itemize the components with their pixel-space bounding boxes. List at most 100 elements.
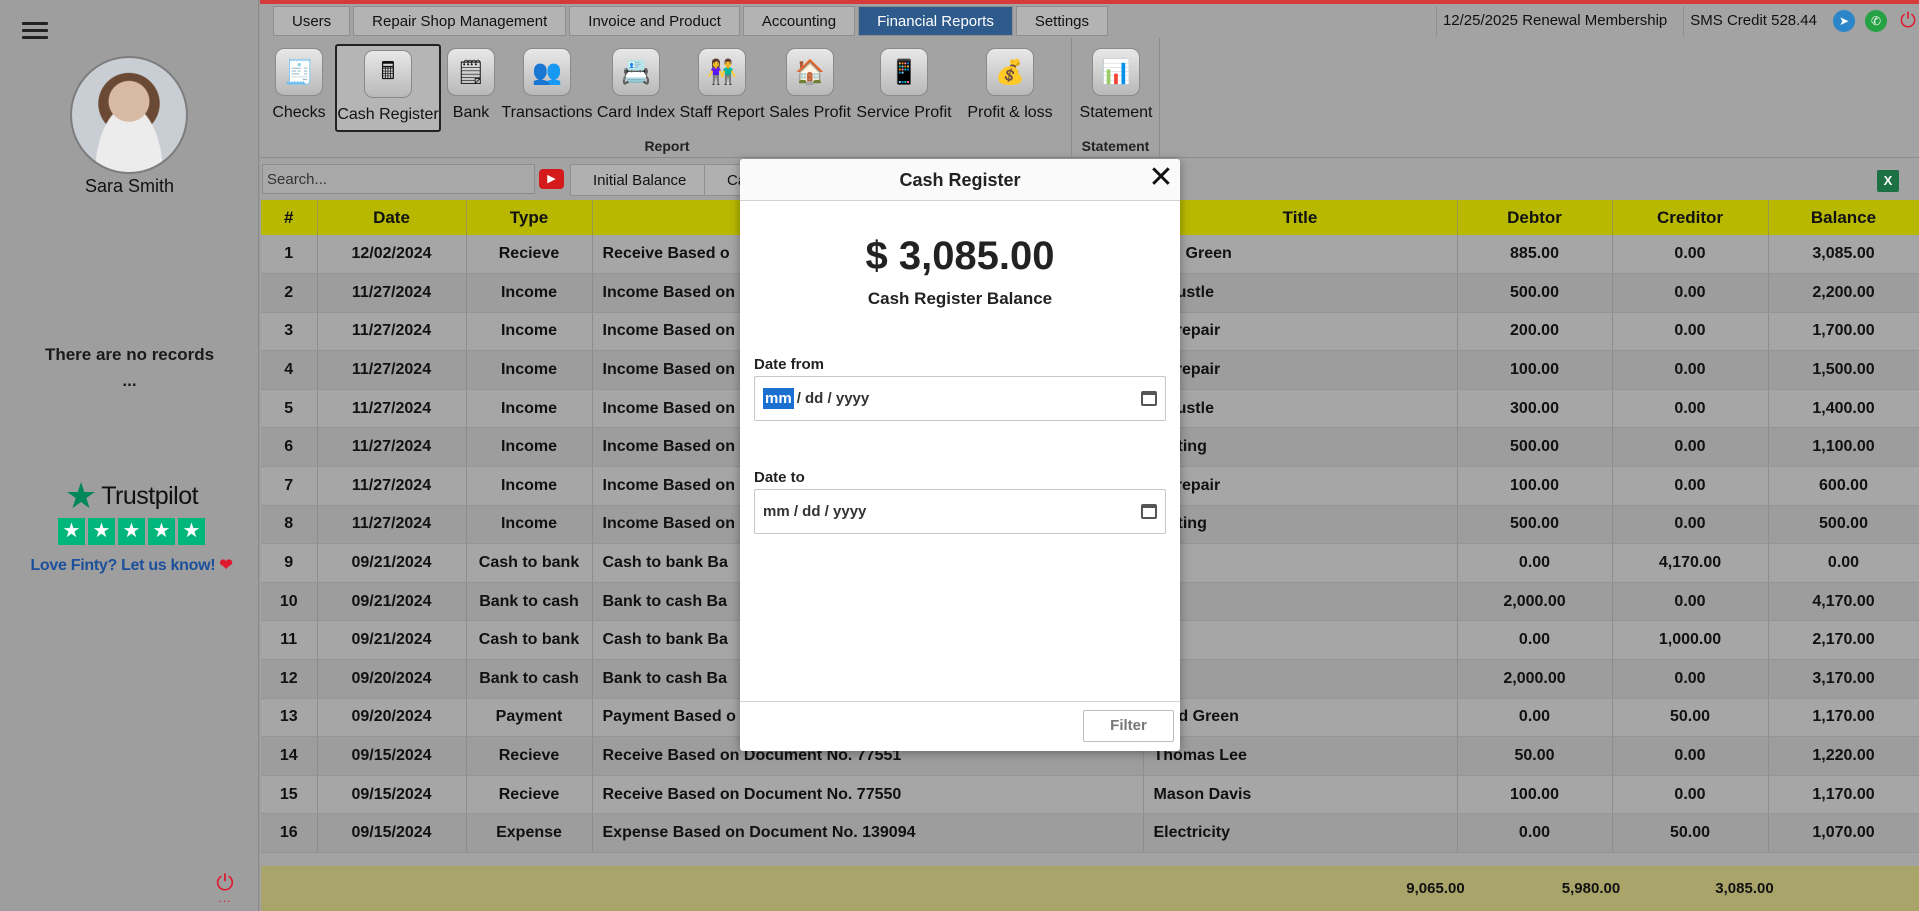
cell-creditor: 0.00: [1612, 312, 1769, 352]
avatar: [70, 56, 188, 174]
cell-debtor: 500.00: [1457, 427, 1613, 468]
cell-date: 09/21/2024: [317, 620, 467, 661]
table-row[interactable]: 16 09/15/2024 Expense Expense Based on Docu…: [261, 813, 1919, 853]
cash-register-dialog: Cash Register ✕ $ 3,085.00 Cash Register…: [740, 159, 1180, 751]
staff-report-button[interactable]: 👫 Staff Report: [677, 44, 767, 132]
trustpilot-star-icon: ★: [64, 475, 98, 516]
col-header-title[interactable]: Title: [1143, 200, 1458, 235]
date-from-input[interactable]: mm / dd / yyyy: [754, 376, 1166, 421]
cell-debtor: 100.00: [1457, 775, 1613, 815]
cell-type: Income: [466, 350, 593, 390]
calendar-icon[interactable]: [1141, 391, 1157, 406]
cell-date: 09/20/2024: [317, 659, 467, 699]
star-icon: ★: [58, 518, 85, 545]
excel-export-icon[interactable]: X: [1877, 170, 1899, 192]
logout-power-icon[interactable]: ⏻...: [212, 872, 238, 905]
col-header-date[interactable]: Date: [317, 200, 467, 235]
card-index-button[interactable]: 📇 Card Index: [596, 44, 676, 132]
col-header-debtor[interactable]: Debtor: [1457, 200, 1613, 235]
cell-title: san Green: [1143, 235, 1458, 275]
checks-icon: 🧾: [275, 48, 323, 96]
cell-title: ck repair: [1143, 312, 1458, 352]
profit-and-loss-button[interactable]: 💰 Profit & loss: [955, 44, 1065, 132]
cell-date: 11/27/2024: [317, 350, 467, 390]
star-icon: ★: [88, 518, 115, 545]
cell-description: Expense Based on Document No. 139094: [592, 813, 1144, 853]
youtube-icon[interactable]: ▶: [539, 169, 564, 189]
tab-accounting[interactable]: Accounting: [742, 6, 856, 36]
cell-creditor: 0.00: [1612, 505, 1769, 545]
cell-title: rketing: [1143, 427, 1458, 468]
date-from-month-segment[interactable]: mm: [763, 388, 794, 409]
cell-number: 7: [261, 466, 318, 506]
bank-button[interactable]: 🗒 Bank: [446, 44, 496, 132]
cell-creditor: 0.00: [1612, 582, 1769, 622]
cell-type: Cash to bank: [466, 543, 593, 583]
tab-repair-shop-management[interactable]: Repair Shop Management: [353, 6, 567, 36]
cell-date: 11/27/2024: [317, 312, 467, 352]
cell-balance: 1,100.00: [1768, 427, 1919, 468]
col-header-balance[interactable]: Balance: [1768, 200, 1919, 235]
date-to-label: Date to: [754, 469, 805, 486]
tab-settings[interactable]: Settings: [1015, 6, 1109, 36]
trustpilot-cta[interactable]: Love Finty? Let us know!: [30, 557, 215, 574]
transactions-button[interactable]: 👥 Transactions: [499, 44, 595, 132]
cell-creditor: 0.00: [1612, 427, 1769, 468]
service-profit-button[interactable]: 📱 Service Profit: [853, 44, 955, 132]
cell-debtor: 500.00: [1457, 273, 1613, 313]
sales-profit-button[interactable]: 🏠 Sales Profit: [767, 44, 853, 132]
cell-title: Mason Davis: [1143, 775, 1458, 815]
hamburger-menu-icon[interactable]: [22, 22, 48, 42]
total-creditor: 5,980.00: [1561, 880, 1621, 897]
power-icon[interactable]: ⏻: [1897, 10, 1919, 32]
tab-financial-reports[interactable]: Financial Reports: [858, 6, 1013, 36]
search-input[interactable]: [262, 164, 535, 194]
cell-creditor: 0.00: [1612, 350, 1769, 390]
tab-invoice-and-product[interactable]: Invoice and Product: [569, 6, 740, 36]
cell-title: ck repair: [1143, 350, 1458, 390]
telegram-icon[interactable]: ➤: [1833, 10, 1855, 32]
initial-balance-tab[interactable]: Initial Balance: [570, 164, 710, 196]
close-icon[interactable]: ✕: [1146, 159, 1176, 201]
tab-users[interactable]: Users: [273, 6, 351, 36]
statement-button[interactable]: 📊 Statement: [1076, 44, 1156, 132]
whatsapp-icon[interactable]: ✆: [1865, 10, 1887, 32]
cell-balance: 2,200.00: [1768, 273, 1919, 313]
cell-type: Bank to cash: [466, 582, 593, 622]
cell-title: e hustle: [1143, 389, 1458, 429]
cell-type: Recieve: [466, 235, 593, 275]
cell-creditor: 0.00: [1612, 273, 1769, 313]
filter-button[interactable]: Filter: [1083, 710, 1174, 742]
cell-date: 11/27/2024: [317, 505, 467, 545]
cash-register-balance-label: Cash Register Balance: [867, 289, 1053, 308]
col-header-type[interactable]: Type: [466, 200, 593, 235]
cell-debtor: 100.00: [1457, 350, 1613, 390]
cell-number: 11: [261, 620, 318, 661]
cell-number: 10: [261, 582, 318, 622]
cell-debtor: 885.00: [1457, 235, 1613, 275]
checks-button[interactable]: 🧾 Checks: [266, 44, 332, 132]
date-to-placeholder[interactable]: mm / dd / yyyy: [763, 503, 866, 520]
date-from-rest[interactable]: / dd / yyyy: [797, 390, 870, 407]
cell-type: Payment: [466, 698, 593, 738]
bank-icon: 🗒: [447, 48, 495, 96]
cell-date: 11/27/2024: [317, 466, 467, 506]
cell-title: ck repair: [1143, 466, 1458, 506]
table-row[interactable]: 15 09/15/2024 Recieve Receive Based on Docu…: [261, 775, 1919, 815]
cell-balance: 1,070.00: [1768, 813, 1919, 853]
cell-debtor: 2,000.00: [1457, 659, 1613, 699]
cell-date: 11/27/2024: [317, 273, 467, 313]
cell-type: Income: [466, 273, 593, 313]
renewal-membership[interactable]: 12/25/2025 Renewal Membership: [1435, 6, 1673, 36]
cell-debtor: 50.00: [1457, 736, 1613, 776]
cell-debtor: 0.00: [1457, 620, 1613, 661]
date-to-input[interactable]: mm / dd / yyyy: [754, 489, 1166, 534]
card-index-icon: 📇: [612, 48, 660, 96]
col-header-creditor[interactable]: Creditor: [1612, 200, 1769, 235]
col-header-number[interactable]: #: [261, 200, 318, 235]
cash-register-button[interactable]: 🖩 Cash Register: [335, 44, 441, 132]
trustpilot-widget[interactable]: ★ Trustpilot ★ ★ ★ ★ ★ Love Finty? Let u…: [24, 478, 239, 575]
cell-balance: 1,170.00: [1768, 775, 1919, 815]
calendar-icon[interactable]: [1141, 504, 1157, 519]
cell-balance: 4,170.00: [1768, 582, 1919, 622]
